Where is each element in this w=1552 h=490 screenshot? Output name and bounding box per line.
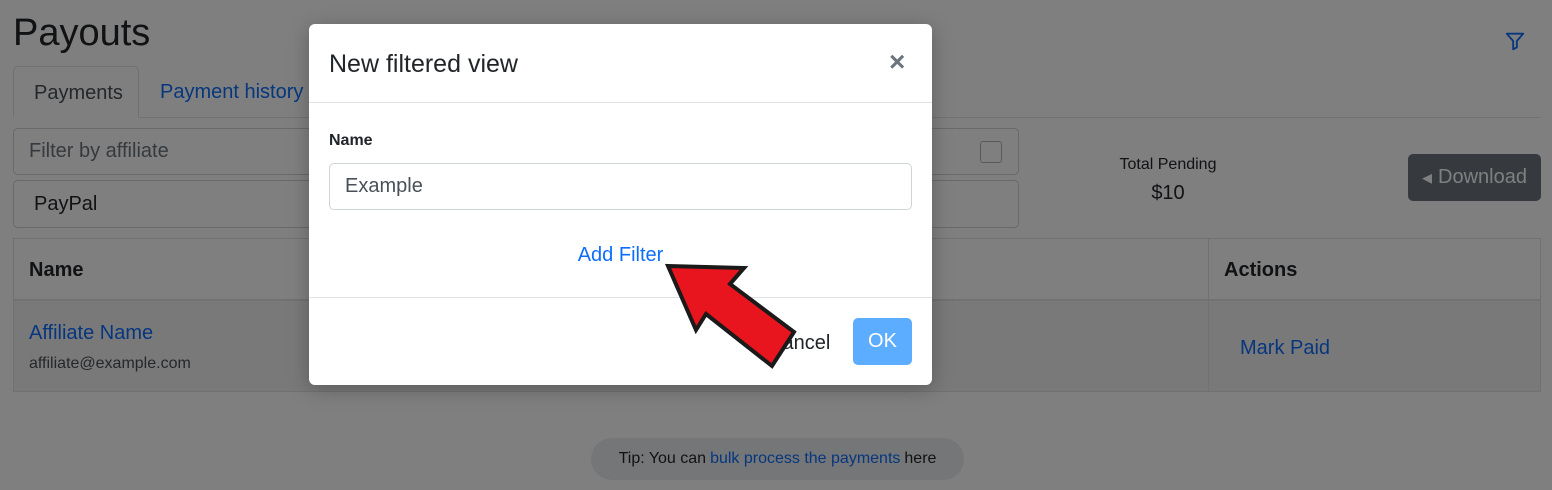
modal-header: New filtered view × [309, 24, 932, 103]
name-field-label: Name [329, 132, 373, 149]
new-filtered-view-modal: New filtered view × Name Example Add Fil… [309, 24, 932, 385]
modal-footer-divider [309, 297, 932, 298]
close-icon[interactable]: × [889, 48, 905, 76]
ok-button[interactable]: OK [853, 318, 912, 365]
modal-title: New filtered view [329, 50, 518, 78]
add-filter-link[interactable]: Add Filter [309, 244, 932, 267]
red-arrow-annotation [664, 263, 797, 369]
name-input[interactable]: Example [329, 163, 912, 210]
